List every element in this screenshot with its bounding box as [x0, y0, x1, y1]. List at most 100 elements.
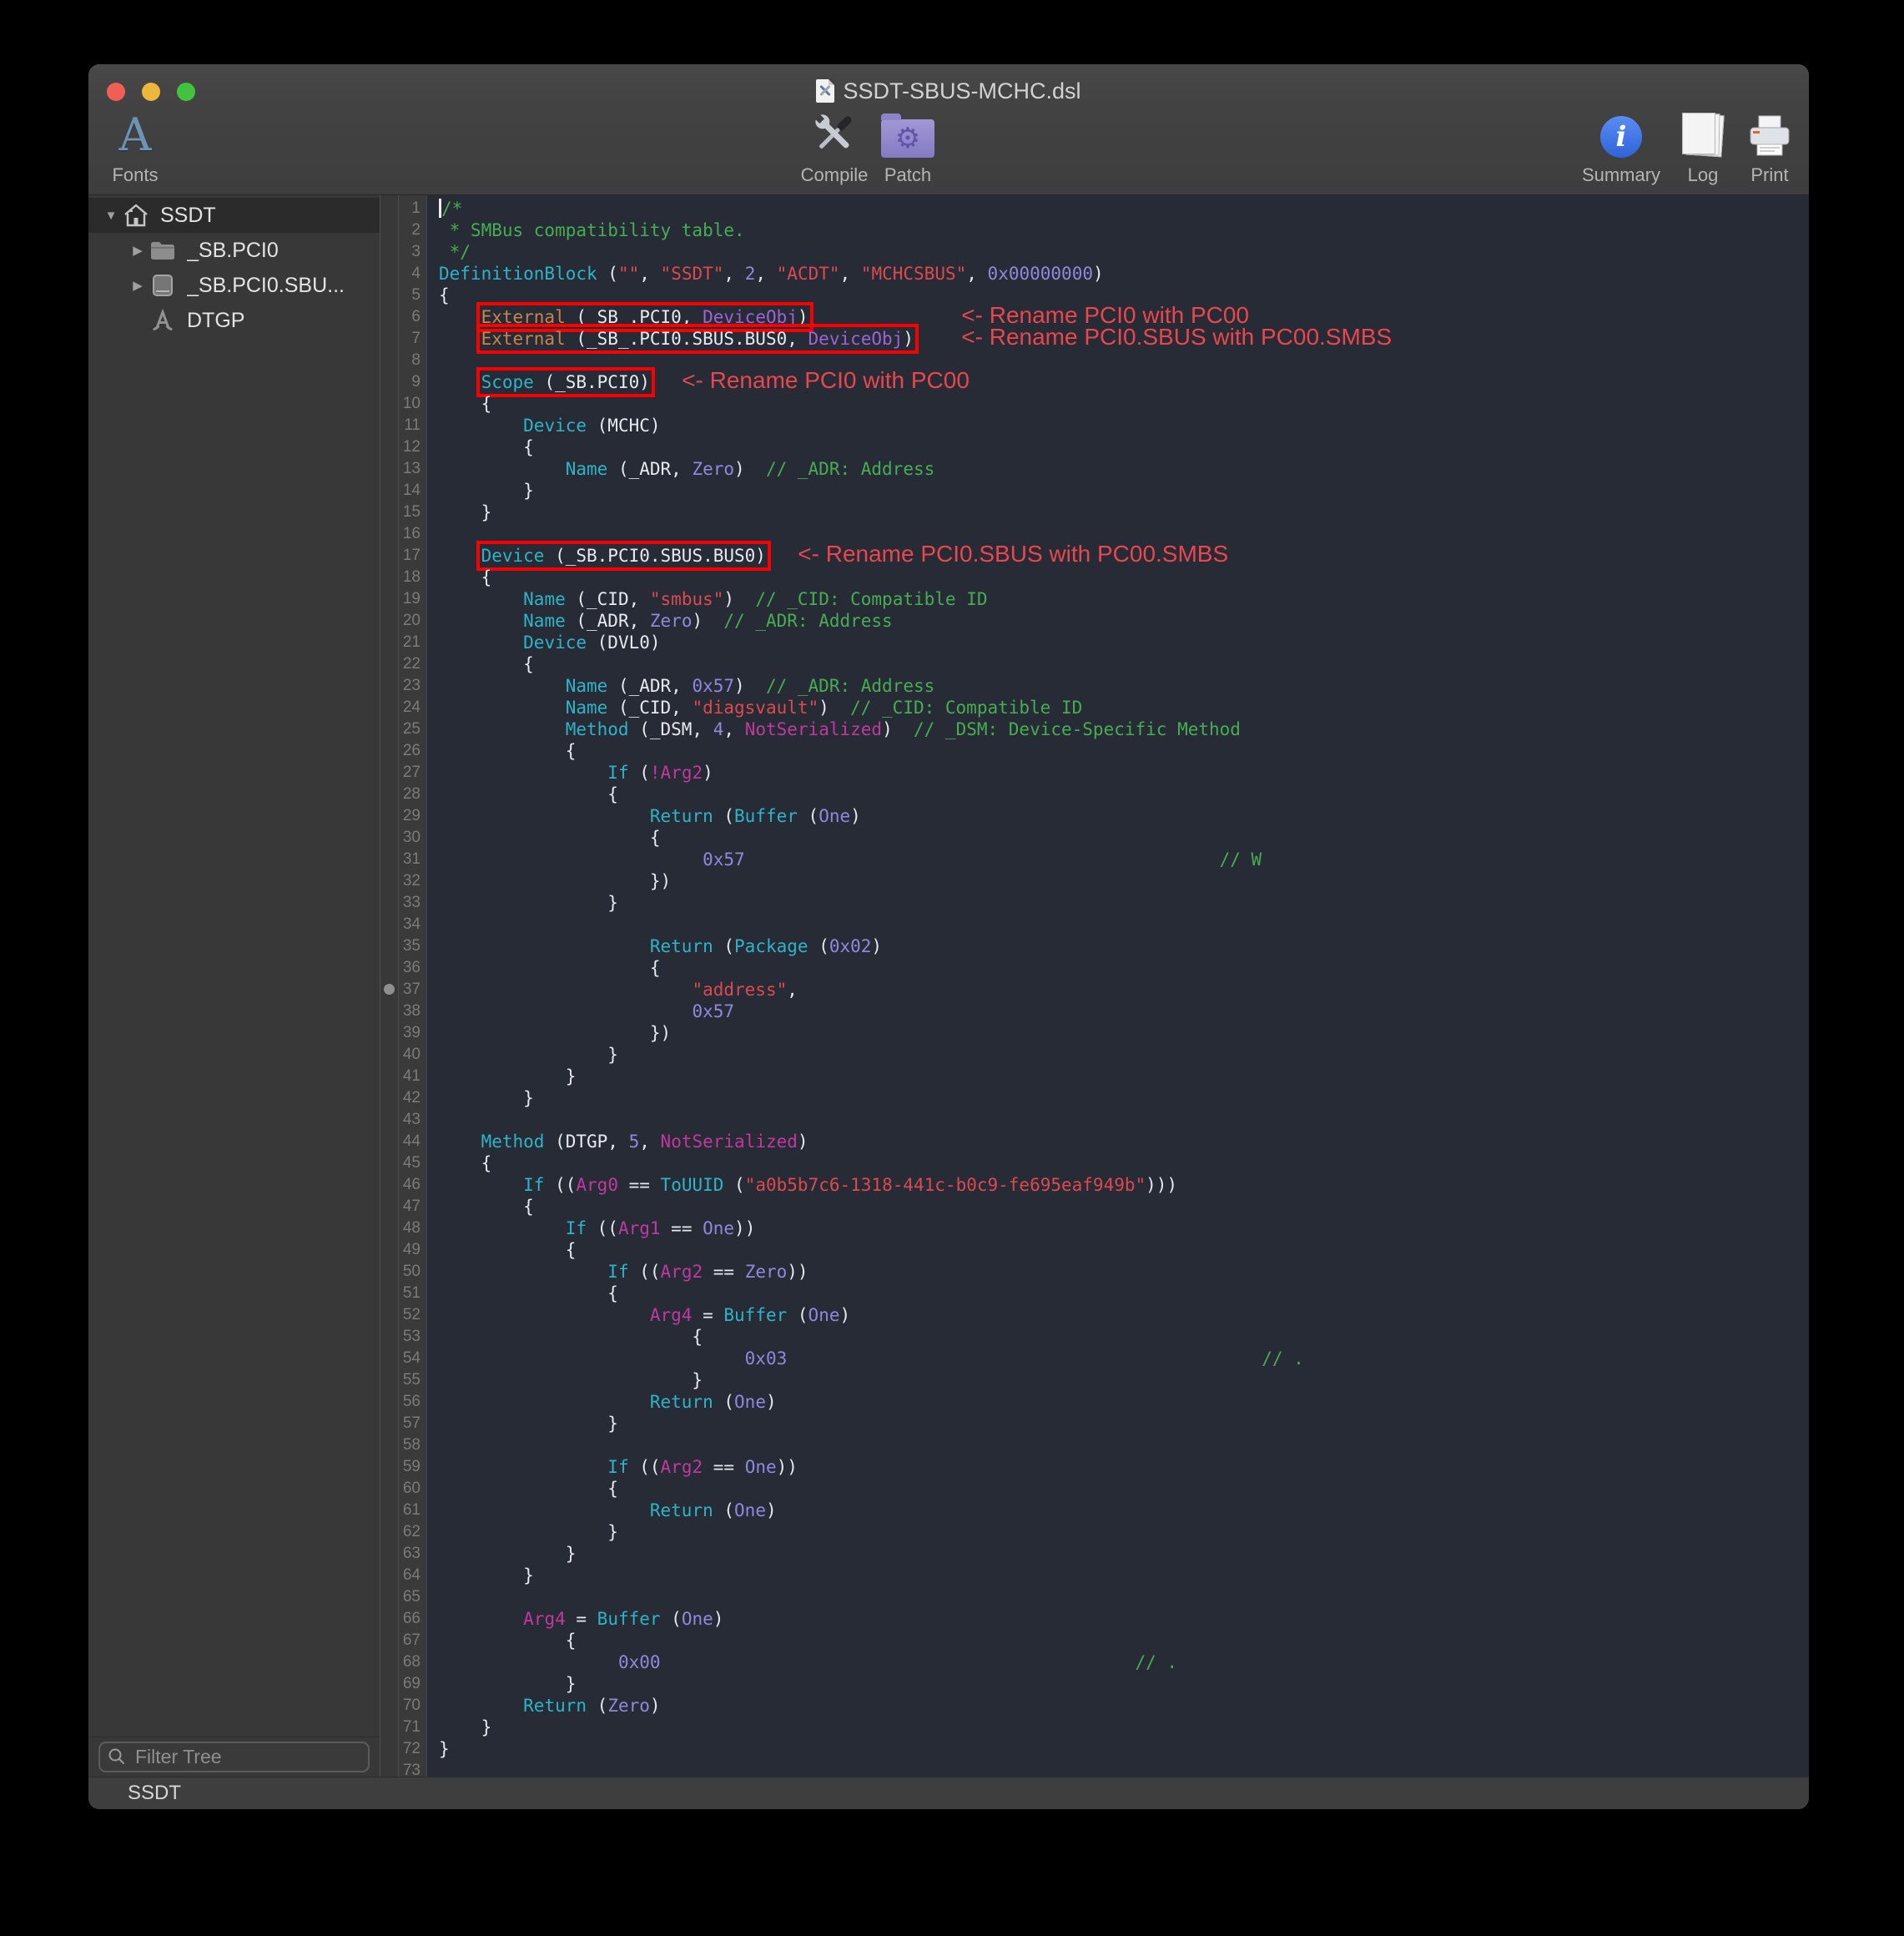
code-line-60[interactable]: { [439, 1478, 1809, 1500]
code-line-57[interactable]: } [439, 1413, 1809, 1434]
code-line-50[interactable]: If ((Arg2 == Zero)) [439, 1261, 1809, 1283]
sidebar-item--sb-pci0[interactable]: ▶_SB.PCI0 [88, 233, 380, 268]
code-line-67[interactable]: { [439, 1630, 1809, 1651]
code-line-29[interactable]: Return (Buffer (One) [439, 805, 1809, 827]
code-line-44[interactable]: Method (DTGP, 5, NotSerialized) [439, 1131, 1809, 1152]
code-area[interactable]: /* * SMBus compatibility table. */Defini… [428, 195, 1809, 1777]
code-line-41[interactable]: } [439, 1066, 1809, 1087]
summary-button[interactable]: i Summary [1563, 109, 1680, 186]
code-line-45[interactable]: { [439, 1152, 1809, 1174]
fonts-button[interactable]: A Fonts [93, 109, 177, 186]
sidebar-item--sb-pci0-sbu-[interactable]: ▶_SB.PCI0.SBU... [88, 268, 380, 303]
code-line-51[interactable]: { [439, 1283, 1809, 1304]
code-line-36[interactable]: { [439, 957, 1809, 979]
code-line-70[interactable]: Return (Zero) [439, 1695, 1809, 1717]
code-line-68[interactable]: 0x00 // . [439, 1651, 1809, 1673]
sidebar-item-ssdt[interactable]: ▼SSDT [88, 198, 380, 233]
code-line-25[interactable]: Method (_DSM, 4, NotSerialized) // _DSM:… [439, 718, 1809, 740]
disclosure-triangle-icon[interactable]: ▶ [127, 243, 149, 258]
code-line-32[interactable]: }) [439, 870, 1809, 892]
code-line-20[interactable]: Name (_ADR, Zero) // _ADR: Address [439, 610, 1809, 632]
code-line-22[interactable]: { [439, 653, 1809, 675]
code-line-62[interactable]: } [439, 1521, 1809, 1543]
code-line-1[interactable]: /* [439, 198, 1809, 219]
code-line-39[interactable]: }) [439, 1022, 1809, 1044]
code-line-48[interactable]: If ((Arg1 == One)) [439, 1218, 1809, 1239]
code-line-7[interactable]: External (_SB_.PCI0.SBUS.BUS0, DeviceObj… [439, 328, 1809, 350]
code-line-42[interactable]: } [439, 1087, 1809, 1109]
code-line-61[interactable]: Return (One) [439, 1500, 1809, 1521]
code-line-4[interactable]: DefinitionBlock ("", "SSDT", 2, "ACDT", … [439, 263, 1809, 285]
line-number: 57 [399, 1413, 426, 1434]
code-line-53[interactable]: { [439, 1326, 1809, 1348]
code-line-30[interactable]: { [439, 827, 1809, 849]
patch-folder-icon: ⚙ [881, 119, 934, 158]
disclosure-triangle-icon[interactable]: ▼ [100, 209, 122, 223]
print-button[interactable]: Print [1736, 109, 1803, 186]
code-line-23[interactable]: Name (_ADR, 0x57) // _ADR: Address [439, 675, 1809, 697]
code-line-49[interactable]: { [439, 1239, 1809, 1261]
code-line-63[interactable]: } [439, 1543, 1809, 1565]
code-line-56[interactable]: Return (One) [439, 1391, 1809, 1413]
code-line-9[interactable]: Scope (_SB.PCI0)<- Rename PCI0 with PC00 [439, 371, 1809, 393]
code-line-71[interactable]: } [439, 1717, 1809, 1738]
highlight-box: External (_SB_.PCI0.SBUS.BUS0, DeviceObj… [481, 329, 914, 349]
line-number: 3 [399, 241, 426, 263]
code-line-19[interactable]: Name (_CID, "smbus") // _CID: Compatible… [439, 588, 1809, 610]
code-line-34[interactable] [439, 914, 1809, 935]
code-line-21[interactable]: Device (DVL0) [439, 632, 1809, 653]
code-line-46[interactable]: If ((Arg0 == ToUUID ("a0b5b7c6-1318-441c… [439, 1174, 1809, 1196]
code-line-73[interactable] [439, 1760, 1809, 1777]
code-line-37[interactable]: "address", [439, 979, 1809, 1001]
code-line-27[interactable]: If (!Arg2) [439, 762, 1809, 784]
code-line-69[interactable]: } [439, 1673, 1809, 1695]
code-line-64[interactable]: } [439, 1565, 1809, 1586]
code-line-47[interactable]: { [439, 1196, 1809, 1218]
sidebar-item-dtgp[interactable]: DTGP [88, 303, 380, 338]
code-line-14[interactable]: } [439, 480, 1809, 502]
code-line-28[interactable]: { [439, 784, 1809, 805]
line-number: 6 [399, 306, 426, 328]
line-number: 20 [399, 610, 426, 632]
code-line-72[interactable]: } [439, 1738, 1809, 1760]
code-editor[interactable]: 1234567891011121314151617181920212223242… [380, 195, 1809, 1777]
code-line-2[interactable]: * SMBus compatibility table. [439, 219, 1809, 241]
line-number: 34 [399, 914, 426, 935]
code-line-54[interactable]: 0x03 // . [439, 1348, 1809, 1369]
code-line-15[interactable]: } [439, 502, 1809, 523]
code-line-35[interactable]: Return (Package (0x02) [439, 935, 1809, 957]
code-line-31[interactable]: 0x57 // W [439, 849, 1809, 870]
code-line-17[interactable]: Device (_SB.PCI0.SBUS.BUS0)<- Rename PCI… [439, 545, 1809, 567]
code-line-24[interactable]: Name (_CID, "diagsvault") // _CID: Compa… [439, 697, 1809, 718]
line-number: 61 [399, 1500, 426, 1521]
code-line-66[interactable]: Arg4 = Buffer (One) [439, 1608, 1809, 1630]
code-line-38[interactable]: 0x57 [439, 1001, 1809, 1022]
code-line-3[interactable]: */ [439, 241, 1809, 263]
code-line-58[interactable] [439, 1434, 1809, 1456]
log-button[interactable]: Log [1670, 109, 1736, 186]
patch-button[interactable]: ⚙ Patch [866, 109, 949, 186]
filter-tree-input[interactable] [98, 1742, 370, 1772]
code-line-40[interactable]: } [439, 1044, 1809, 1066]
line-number: 1 [399, 198, 426, 219]
sidebar-item-label: DTGP [187, 309, 244, 333]
code-line-55[interactable]: } [439, 1369, 1809, 1391]
line-number: 71 [399, 1717, 426, 1738]
code-line-12[interactable]: { [439, 436, 1809, 458]
disclosure-triangle-icon[interactable]: ▶ [127, 278, 149, 293]
code-line-33[interactable]: } [439, 892, 1809, 914]
code-line-26[interactable]: { [439, 740, 1809, 762]
line-number: 58 [399, 1434, 426, 1456]
code-line-18[interactable]: { [439, 567, 1809, 588]
line-number-gutter: 1234567891011121314151617181920212223242… [399, 195, 427, 1777]
code-line-10[interactable]: { [439, 393, 1809, 415]
code-line-43[interactable] [439, 1109, 1809, 1131]
code-line-8[interactable] [439, 350, 1809, 371]
titlebar[interactable]: SSDT-SBUS-MCHC.dsl [88, 64, 1809, 109]
code-line-52[interactable]: Arg4 = Buffer (One) [439, 1304, 1809, 1326]
code-line-65[interactable] [439, 1586, 1809, 1608]
code-line-59[interactable]: If ((Arg2 == One)) [439, 1456, 1809, 1478]
code-line-11[interactable]: Device (MCHC) [439, 415, 1809, 436]
line-number: 28 [399, 784, 426, 805]
code-line-13[interactable]: Name (_ADR, Zero) // _ADR: Address [439, 458, 1809, 480]
